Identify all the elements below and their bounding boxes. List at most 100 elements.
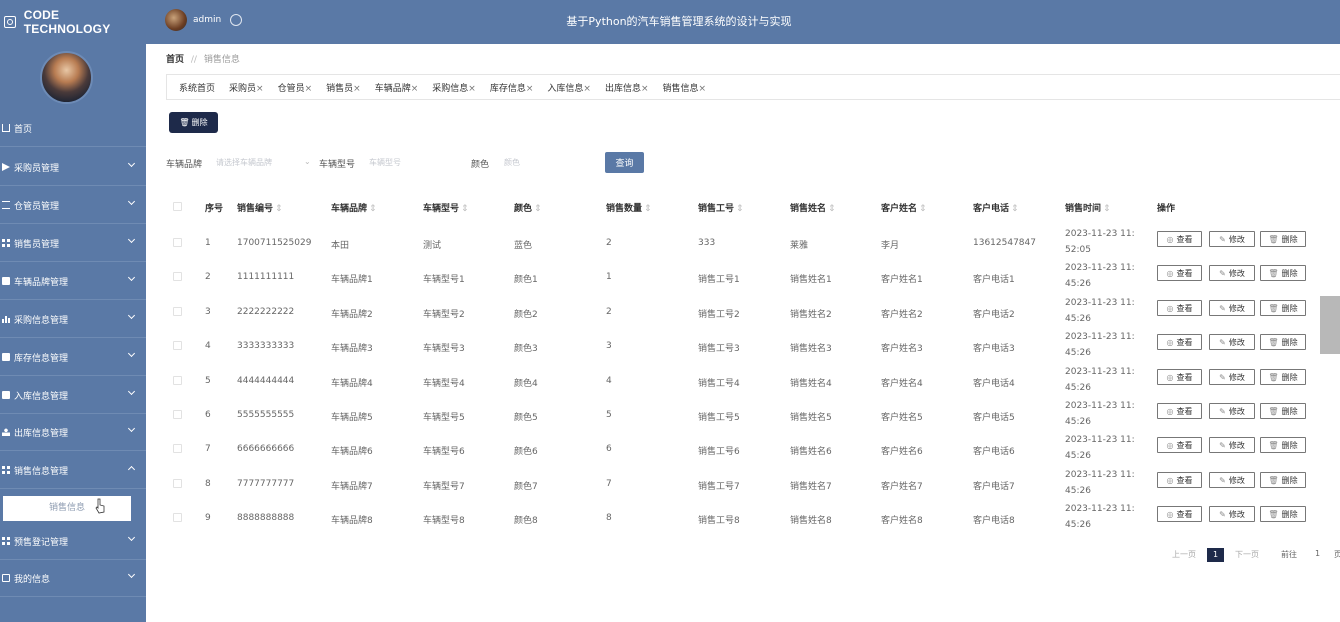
column-header-1[interactable]: 销售编号 ⇕ [237, 201, 283, 214]
sidebar-item-4[interactable]: 车辆品牌管理 [0, 266, 146, 300]
breadcrumb-home[interactable]: 首页 [166, 55, 184, 65]
view-button[interactable]: ◎ 查看 [1157, 334, 1202, 350]
view-button[interactable]: ◎ 查看 [1157, 369, 1202, 385]
tab-4[interactable]: 车辆品牌× [375, 81, 419, 94]
column-header-9[interactable]: 客户电话 ⇕ [973, 201, 1019, 214]
close-icon[interactable]: × [641, 84, 649, 94]
view-button[interactable]: ◎ 查看 [1157, 472, 1202, 488]
edit-button[interactable]: ✎ 修改 [1209, 506, 1255, 522]
column-header-4[interactable]: 颜色 ⇕ [514, 201, 542, 214]
edit-button[interactable]: ✎ 修改 [1209, 231, 1255, 247]
tab-6[interactable]: 库存信息× [490, 81, 534, 94]
edit-button[interactable]: ✎ 修改 [1209, 437, 1255, 453]
view-button[interactable]: ◎ 查看 [1157, 231, 1202, 247]
pagination-goto-input[interactable]: 1 [1315, 549, 1320, 558]
pagination-current[interactable]: 1 [1207, 548, 1224, 562]
sort-icon[interactable]: ⇕ [534, 204, 542, 214]
column-header-2[interactable]: 车辆品牌 ⇕ [331, 201, 377, 214]
column-header-10[interactable]: 销售时间 ⇕ [1065, 201, 1111, 214]
delete-button[interactable]: 🗑 删除 [1260, 437, 1306, 453]
view-button[interactable]: ◎ 查看 [1157, 300, 1202, 316]
edit-button[interactable]: ✎ 修改 [1209, 403, 1255, 419]
row-checkbox[interactable] [173, 272, 182, 281]
close-icon[interactable]: × [256, 84, 264, 94]
batch-delete-button[interactable]: 🗑 删除 [169, 112, 218, 133]
chevron-down-icon[interactable]: ⌄ [304, 157, 311, 166]
delete-button[interactable]: 🗑 删除 [1260, 300, 1306, 316]
pagination-prev[interactable]: 上一页 [1172, 549, 1196, 560]
view-button[interactable]: ◎ 查看 [1157, 403, 1202, 419]
close-icon[interactable]: × [699, 84, 707, 94]
sort-icon[interactable]: ⇕ [919, 204, 927, 214]
sort-icon[interactable]: ⇕ [275, 204, 283, 214]
row-checkbox[interactable] [173, 341, 182, 350]
column-header-3[interactable]: 车辆型号 ⇕ [423, 201, 469, 214]
edit-button[interactable]: ✎ 修改 [1209, 265, 1255, 281]
tab-5[interactable]: 采购信息× [432, 81, 476, 94]
view-button[interactable]: ◎ 查看 [1157, 265, 1202, 281]
delete-button[interactable]: 🗑 删除 [1260, 334, 1306, 350]
sidebar-subitem-sales-info[interactable]: 销售信息 [3, 496, 131, 521]
edit-button[interactable]: ✎ 修改 [1209, 472, 1255, 488]
tab-9[interactable]: 销售信息× [663, 81, 707, 94]
tab-1[interactable]: 采购员× [229, 81, 264, 94]
sidebar-item-7[interactable]: 入库信息管理 [0, 380, 146, 414]
row-checkbox[interactable] [173, 238, 182, 247]
row-checkbox[interactable] [173, 479, 182, 488]
close-icon[interactable]: × [411, 84, 419, 94]
delete-button[interactable]: 🗑 删除 [1260, 472, 1306, 488]
column-header-6[interactable]: 销售工号 ⇕ [698, 201, 744, 214]
pagination-next[interactable]: 下一页 [1235, 549, 1259, 560]
edit-button[interactable]: ✎ 修改 [1209, 334, 1255, 350]
delete-button[interactable]: 🗑 删除 [1260, 369, 1306, 385]
close-icon[interactable]: × [305, 84, 313, 94]
sort-icon[interactable]: ⇕ [369, 204, 377, 214]
close-icon[interactable]: × [583, 84, 591, 94]
column-header-7[interactable]: 销售姓名 ⇕ [790, 201, 836, 214]
view-button[interactable]: ◎ 查看 [1157, 506, 1202, 522]
scrollbar-thumb[interactable] [1320, 296, 1340, 354]
sort-icon[interactable]: ⇕ [828, 204, 836, 214]
row-checkbox[interactable] [173, 376, 182, 385]
sort-icon[interactable]: ⇕ [1103, 204, 1111, 214]
sidebar-item-9[interactable]: 销售信息管理 [0, 455, 146, 489]
sort-icon[interactable]: ⇕ [736, 204, 744, 214]
sidebar-item-11[interactable]: 我的信息 [0, 563, 146, 597]
tab-3[interactable]: 销售员× [326, 81, 361, 94]
sidebar-item-3[interactable]: 销售员管理 [0, 228, 146, 262]
query-button[interactable]: 查询 [605, 152, 644, 173]
sort-icon[interactable]: ⇕ [644, 204, 652, 214]
delete-button[interactable]: 🗑 删除 [1260, 265, 1306, 281]
row-checkbox[interactable] [173, 410, 182, 419]
color-filter-input[interactable]: 颜色 [504, 157, 520, 168]
sidebar-item-10[interactable]: 预售登记管理 [0, 526, 146, 560]
delete-button[interactable]: 🗑 删除 [1260, 231, 1306, 247]
tab-0[interactable]: 系统首页 [179, 81, 215, 94]
column-header-5[interactable]: 销售数量 ⇕ [606, 201, 652, 214]
tab-7[interactable]: 入库信息× [547, 81, 591, 94]
edit-button[interactable]: ✎ 修改 [1209, 369, 1255, 385]
tab-2[interactable]: 仓管员× [278, 81, 313, 94]
row-checkbox[interactable] [173, 307, 182, 316]
row-checkbox[interactable] [173, 444, 182, 453]
column-header-8[interactable]: 客户姓名 ⇕ [881, 201, 927, 214]
close-icon[interactable]: × [468, 84, 476, 94]
view-button[interactable]: ◎ 查看 [1157, 437, 1202, 453]
delete-button[interactable]: 🗑 删除 [1260, 506, 1306, 522]
sort-icon[interactable]: ⇕ [461, 204, 469, 214]
close-icon[interactable]: × [353, 84, 361, 94]
select-all-checkbox[interactable] [173, 202, 182, 211]
tab-8[interactable]: 出库信息× [605, 81, 649, 94]
sidebar-item-2[interactable]: 仓管员管理 [0, 190, 146, 224]
sidebar-item-6[interactable]: 库存信息管理 [0, 342, 146, 376]
sidebar-item-0[interactable]: 首页 [0, 113, 146, 147]
model-filter-input[interactable]: 车辆型号 [369, 157, 401, 168]
sidebar-item-8[interactable]: 出库信息管理 [0, 417, 146, 451]
sidebar-item-5[interactable]: 采购信息管理 [0, 304, 146, 338]
close-icon[interactable]: × [526, 84, 534, 94]
sidebar-item-1[interactable]: 采购员管理 [0, 152, 146, 186]
brand-filter-select[interactable]: 请选择车辆品牌 [216, 157, 272, 168]
row-checkbox[interactable] [173, 513, 182, 522]
edit-button[interactable]: ✎ 修改 [1209, 300, 1255, 316]
sort-icon[interactable]: ⇕ [1011, 204, 1019, 214]
